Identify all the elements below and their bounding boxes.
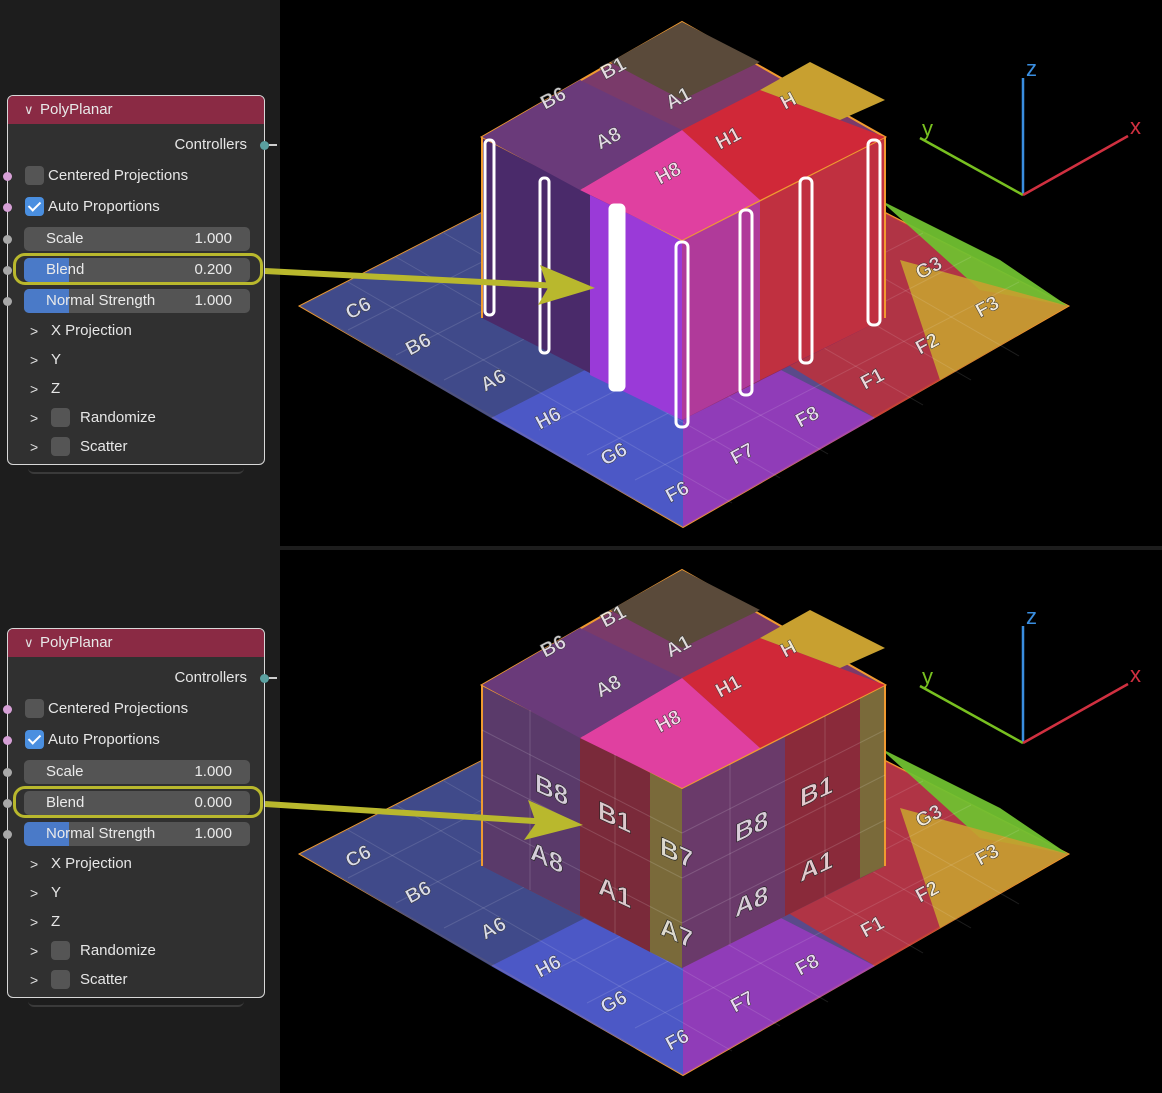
normal-strength-row[interactable]: Normal Strength 1.000: [3, 821, 264, 847]
blend-highlight-ring: [13, 253, 263, 285]
y-panel[interactable]: > Y: [8, 880, 264, 906]
centered-projections-label: Centered Projections: [48, 700, 189, 717]
input-socket[interactable]: [3, 830, 12, 839]
z-panel[interactable]: > Z: [8, 909, 264, 935]
scale-slider[interactable]: Scale 1.000: [24, 760, 250, 784]
centered-projections-row[interactable]: Centered Projections: [3, 696, 264, 722]
node-title: PolyPlanar: [40, 634, 113, 651]
socket-link-line: [269, 144, 277, 146]
centered-projections-label: Centered Projections: [48, 167, 189, 184]
input-socket[interactable]: [3, 266, 12, 275]
z-label: Z: [51, 380, 61, 397]
input-socket[interactable]: [3, 799, 12, 808]
scale-slider[interactable]: Scale 1.000: [24, 227, 250, 251]
y-label: Y: [51, 884, 62, 901]
normal-strength-value: 1.000: [194, 825, 232, 842]
chevron-right-icon[interactable]: >: [30, 938, 38, 964]
controllers-socket[interactable]: [260, 141, 269, 150]
controllers-label: Controllers: [174, 669, 247, 686]
scatter-panel[interactable]: > Scatter: [8, 967, 264, 993]
normal-strength-label: Normal Strength: [46, 825, 156, 842]
scale-label: Scale: [46, 763, 84, 780]
controllers-output: Controllers: [8, 665, 277, 691]
socket-link-line: [269, 677, 277, 679]
normal-strength-row[interactable]: Normal Strength 1.000: [3, 288, 264, 314]
normal-strength-slider[interactable]: Normal Strength 1.000: [24, 822, 250, 846]
controllers-output: Controllers: [8, 132, 277, 158]
randomize-panel[interactable]: > Randomize: [8, 405, 264, 431]
node-shadow: [28, 999, 244, 1007]
scale-value: 1.000: [194, 230, 232, 247]
arrow-bottom: [264, 800, 583, 840]
node-shadow: [28, 466, 244, 474]
auto-proportions-checkbox[interactable]: [25, 730, 44, 749]
input-socket[interactable]: [3, 203, 12, 212]
x-projection-panel[interactable]: > X Projection: [8, 318, 264, 344]
randomize-label: Randomize: [80, 942, 156, 959]
normal-strength-label: Normal Strength: [46, 292, 156, 309]
input-socket[interactable]: [3, 172, 12, 181]
x-projection-label: X Projection: [51, 855, 132, 872]
centered-projections-row[interactable]: Centered Projections: [3, 163, 264, 189]
auto-proportions-label: Auto Proportions: [48, 198, 160, 215]
auto-proportions-row[interactable]: Auto Proportions: [3, 194, 264, 220]
controllers-socket[interactable]: [260, 674, 269, 683]
chevron-right-icon[interactable]: >: [30, 880, 38, 906]
auto-proportions-checkbox[interactable]: [25, 197, 44, 216]
auto-proportions-row[interactable]: Auto Proportions: [3, 727, 264, 753]
chevron-right-icon[interactable]: >: [30, 909, 38, 935]
input-socket[interactable]: [3, 297, 12, 306]
y-label: Y: [51, 351, 62, 368]
randomize-panel[interactable]: > Randomize: [8, 938, 264, 964]
centered-projections-checkbox[interactable]: [25, 699, 44, 718]
controllers-label: Controllers: [174, 136, 247, 153]
scatter-checkbox[interactable]: [51, 437, 70, 456]
chevron-right-icon[interactable]: >: [30, 405, 38, 431]
chevron-right-icon[interactable]: >: [30, 851, 38, 877]
z-panel[interactable]: > Z: [8, 376, 264, 402]
scale-row[interactable]: Scale 1.000: [3, 226, 264, 252]
x-projection-label: X Projection: [51, 322, 132, 339]
input-socket[interactable]: [3, 736, 12, 745]
scatter-label: Scatter: [80, 438, 128, 455]
input-socket[interactable]: [3, 235, 12, 244]
x-projection-panel[interactable]: > X Projection: [8, 851, 264, 877]
auto-proportions-label: Auto Proportions: [48, 731, 160, 748]
input-socket[interactable]: [3, 705, 12, 714]
scale-value: 1.000: [194, 763, 232, 780]
scale-row[interactable]: Scale 1.000: [3, 759, 264, 785]
node-header[interactable]: ∨ PolyPlanar: [8, 629, 264, 657]
chevron-down-icon[interactable]: ∨: [24, 96, 36, 124]
chevron-down-icon[interactable]: ∨: [24, 629, 36, 657]
normal-strength-value: 1.000: [194, 292, 232, 309]
scatter-panel[interactable]: > Scatter: [8, 434, 264, 460]
node-header[interactable]: ∨ PolyPlanar: [8, 96, 264, 124]
scale-label: Scale: [46, 230, 84, 247]
randomize-label: Randomize: [80, 409, 156, 426]
y-panel[interactable]: > Y: [8, 347, 264, 373]
input-socket[interactable]: [3, 768, 12, 777]
chevron-right-icon[interactable]: >: [30, 318, 38, 344]
randomize-checkbox[interactable]: [51, 941, 70, 960]
centered-projections-checkbox[interactable]: [25, 166, 44, 185]
chevron-right-icon[interactable]: >: [30, 434, 38, 460]
chevron-right-icon[interactable]: >: [30, 967, 38, 993]
scatter-label: Scatter: [80, 971, 128, 988]
arrow-top: [264, 265, 595, 305]
chevron-right-icon[interactable]: >: [30, 347, 38, 373]
blend-highlight-ring: [13, 786, 263, 818]
randomize-checkbox[interactable]: [51, 408, 70, 427]
node-title: PolyPlanar: [40, 101, 113, 118]
chevron-right-icon[interactable]: >: [30, 376, 38, 402]
normal-strength-slider[interactable]: Normal Strength 1.000: [24, 289, 250, 313]
scatter-checkbox[interactable]: [51, 970, 70, 989]
z-label: Z: [51, 913, 61, 930]
